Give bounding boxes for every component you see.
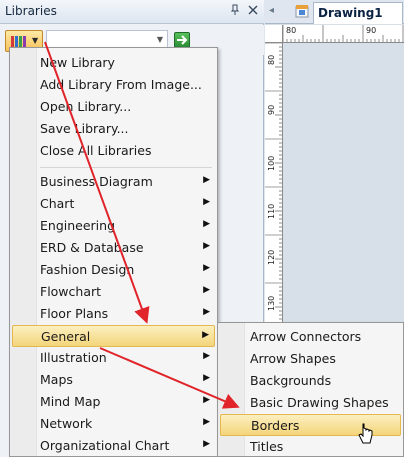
menu-separator <box>40 167 212 168</box>
menu-item-general[interactable]: General ▶ <box>12 325 215 347</box>
drawing-tab-icon <box>295 4 309 18</box>
menu-item-label: Close All Libraries <box>40 143 152 158</box>
go-arrow-icon[interactable] <box>174 32 190 48</box>
libraries-header: Libraries <box>0 0 264 24</box>
menu-item-label: Add Library From Image... <box>40 77 202 92</box>
menu-item-label: Engineering <box>40 218 115 233</box>
menu-item-chart[interactable]: Chart ▶ <box>12 193 215 215</box>
chevron-right-icon: ▶ <box>203 395 210 405</box>
general-submenu: Arrow Connectors Arrow Shapes Background… <box>217 322 404 457</box>
menu-item-maps[interactable]: Maps ▶ <box>12 369 215 391</box>
ruler-label: 120 <box>267 249 276 265</box>
menu-item-erd-database[interactable]: ERD & Database ▶ <box>12 237 215 259</box>
menu-item-illustration[interactable]: Illustration ▶ <box>12 347 215 369</box>
menu-item-close-all-libraries[interactable]: Close All Libraries <box>12 140 215 162</box>
menu-item-label: ERD & Database <box>40 240 144 255</box>
tab-label: Drawing1 <box>318 6 383 20</box>
tab-drawing1[interactable]: Drawing1 <box>313 2 403 24</box>
libraries-title: Libraries <box>5 4 57 18</box>
chevron-right-icon: ▶ <box>203 373 210 383</box>
ruler-label: 110 <box>267 203 276 219</box>
menu-item-label: Borders <box>251 418 300 433</box>
menu-item-label: Backgrounds <box>250 373 332 388</box>
chevron-right-icon: ▶ <box>203 351 210 361</box>
menu-item-flowchart[interactable]: Flowchart ▶ <box>12 281 215 303</box>
menu-item-floor-plans[interactable]: Floor Plans ▶ <box>12 303 215 325</box>
chevron-right-icon: ▶ <box>203 285 210 295</box>
menu-item-label: Open Library... <box>40 99 132 114</box>
chevron-right-icon: ▶ <box>203 439 210 449</box>
ruler-label: 80 <box>286 26 297 35</box>
menu-item-new-library[interactable]: New Library <box>12 52 215 74</box>
chevron-down-icon[interactable]: ▼ <box>157 35 163 44</box>
chevron-right-icon: ▶ <box>203 219 210 229</box>
ruler-label: 80 <box>267 54 276 65</box>
menu-item-save-library[interactable]: Save Library... <box>12 118 215 140</box>
menu-item-network[interactable]: Network ▶ <box>12 413 215 435</box>
menu-item-business-diagram[interactable]: Business Diagram ▶ <box>12 171 215 193</box>
menu-item-label: Illustration <box>40 350 107 365</box>
close-icon[interactable] <box>246 4 260 18</box>
chevron-right-icon: ▶ <box>203 175 210 185</box>
ruler-corner <box>265 25 283 43</box>
menu-item-label: Arrow Connectors <box>250 329 362 344</box>
ruler-label: 100 <box>267 155 276 171</box>
chevron-right-icon: ▶ <box>203 197 210 207</box>
menu-item-label: Save Library... <box>40 121 129 136</box>
submenu-item-arrow-connectors[interactable]: Arrow Connectors <box>220 326 401 348</box>
menu-item-label: Organizational Chart <box>40 438 170 453</box>
menu-item-fashion-design[interactable]: Fashion Design ▶ <box>12 259 215 281</box>
menu-item-open-library[interactable]: Open Library... <box>12 96 215 118</box>
chevron-right-icon: ▶ <box>203 417 210 427</box>
menu-item-label: New Library <box>40 55 115 70</box>
mouse-cursor-icon <box>358 423 374 445</box>
chevron-down-icon: ▼ <box>32 36 39 45</box>
menu-item-label: Arrow Shapes <box>250 351 336 366</box>
submenu-item-backgrounds[interactable]: Backgrounds <box>220 370 401 392</box>
menu-item-label: Titles <box>250 439 284 454</box>
menu-item-label: General <box>41 329 91 344</box>
horizontal-ruler: 80 90 <box>283 25 404 43</box>
submenu-item-basic-drawing-shapes[interactable]: Basic Drawing Shapes <box>220 392 401 414</box>
ruler-label: 90 <box>366 26 377 35</box>
pin-icon[interactable] <box>228 4 242 18</box>
ruler-label: 90 <box>267 104 276 115</box>
menu-item-label: Mind Map <box>40 394 101 409</box>
libraries-dropdown-menu: New Library Add Library From Image... Op… <box>9 47 218 457</box>
menu-item-mind-map[interactable]: Mind Map ▶ <box>12 391 215 413</box>
menu-item-label: Network <box>40 416 93 431</box>
submenu-item-arrow-shapes[interactable]: Arrow Shapes <box>220 348 401 370</box>
menu-item-label: Basic Drawing Shapes <box>250 395 389 410</box>
menu-item-engineering[interactable]: Engineering ▶ <box>12 215 215 237</box>
menu-item-add-library-from-image[interactable]: Add Library From Image... <box>12 74 215 96</box>
menu-item-label: Maps <box>40 372 73 387</box>
chevron-right-icon: ▶ <box>203 263 210 273</box>
menu-item-label: Fashion Design <box>40 262 135 277</box>
menu-item-label: Chart <box>40 196 75 211</box>
menu-item-label: Flowchart <box>40 284 102 299</box>
menu-item-label: Business Diagram <box>40 174 153 189</box>
ruler-label: 130 <box>267 295 276 311</box>
document-tabs: ◂ Drawing1 <box>265 0 404 24</box>
menu-item-label: Floor Plans <box>40 306 109 321</box>
tab-scroll-left-icon[interactable]: ◂ <box>269 5 274 16</box>
chevron-right-icon: ▶ <box>203 307 210 317</box>
menu-item-organizational-chart[interactable]: Organizational Chart ▶ <box>12 435 215 457</box>
chevron-right-icon: ▶ <box>202 330 209 340</box>
chevron-right-icon: ▶ <box>203 241 210 251</box>
